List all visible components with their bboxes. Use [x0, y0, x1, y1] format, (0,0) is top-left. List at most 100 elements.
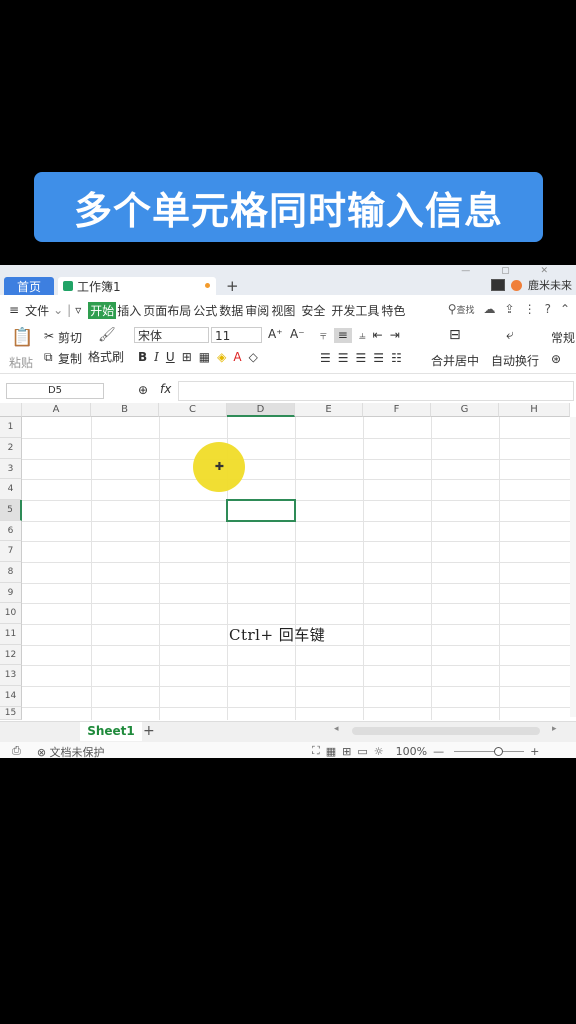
auto-wrap-button[interactable]: 自动换行: [491, 352, 539, 369]
currency-icon[interactable]: ⊛: [551, 352, 561, 366]
fx-button[interactable]: fx: [160, 382, 171, 396]
row-header[interactable]: 11: [0, 624, 22, 645]
zoom-in-button[interactable]: +: [530, 745, 539, 758]
border-icon[interactable]: ⊞: [182, 350, 192, 364]
align-right-icon[interactable]: ☰: [356, 351, 367, 365]
scroll-left-icon[interactable]: ◂: [334, 724, 339, 734]
avatar[interactable]: [511, 279, 522, 291]
zoom-level[interactable]: 100%: [396, 745, 427, 758]
column-header-selected[interactable]: D: [227, 403, 295, 417]
format-painter-icon[interactable]: 🖌: [98, 327, 116, 343]
bold-button[interactable]: B: [138, 350, 147, 364]
zoom-out-button[interactable]: —: [433, 745, 444, 758]
copy-icon[interactable]: ⧉: [44, 350, 53, 365]
select-all-corner[interactable]: [0, 403, 22, 417]
indent-decrease-icon[interactable]: ⇤: [373, 328, 383, 343]
menu-featured[interactable]: 特色: [380, 302, 406, 319]
menu-view[interactable]: 视图: [270, 302, 296, 319]
collapse-icon[interactable]: ⌃: [560, 302, 570, 316]
font-color-icon[interactable]: A: [233, 350, 241, 364]
column-header[interactable]: F: [363, 403, 431, 417]
share-icon[interactable]: ⇪: [505, 302, 515, 316]
row-header[interactable]: 8: [0, 562, 22, 583]
row-header[interactable]: 15: [0, 707, 22, 720]
menu-security[interactable]: 安全: [300, 302, 326, 319]
cell-style-icon[interactable]: ▦: [199, 350, 210, 364]
distribute-icon[interactable]: ☷: [391, 351, 402, 365]
scissors-icon[interactable]: ✂: [44, 329, 54, 343]
row-header[interactable]: 13: [0, 665, 22, 686]
row-header[interactable]: 4: [0, 479, 22, 500]
number-format-select[interactable]: 常规: [551, 329, 575, 346]
add-tab-button[interactable]: +: [226, 277, 239, 295]
hamburger-icon[interactable]: ≡: [8, 303, 20, 317]
macro-icon[interactable]: ⎙: [12, 744, 21, 758]
menu-review[interactable]: 审阅: [244, 302, 270, 319]
column-header[interactable]: H: [499, 403, 570, 417]
align-bottom-icon[interactable]: ⫨: [359, 328, 366, 343]
tab-home[interactable]: 首页: [4, 277, 54, 295]
wrap-icon[interactable]: ⤶: [506, 327, 514, 343]
column-header[interactable]: G: [431, 403, 499, 417]
align-middle-icon[interactable]: ≡: [333, 328, 352, 343]
cell-grid[interactable]: A B C D E F G H 1 2 3 4 5 6 7 8 9 10 11 …: [0, 403, 576, 720]
font-size-select[interactable]: 11: [211, 327, 262, 343]
scroll-right-icon[interactable]: ▸: [552, 724, 557, 734]
view-read-icon[interactable]: ▭: [357, 745, 367, 758]
column-header[interactable]: C: [159, 403, 227, 417]
row-header[interactable]: 9: [0, 583, 22, 603]
add-sheet-button[interactable]: +: [143, 723, 155, 739]
shrink-font-icon[interactable]: A⁻: [290, 327, 305, 341]
menu-file[interactable]: 文件: [24, 302, 50, 319]
clear-icon[interactable]: ◇: [249, 350, 258, 364]
font-name-select[interactable]: 宋体: [134, 327, 209, 343]
doc-protect-status[interactable]: ⊗ 文档未保护: [37, 744, 105, 758]
window-controls[interactable]: — ▢ ✕: [461, 266, 562, 276]
cloud-icon[interactable]: ☁: [484, 302, 496, 316]
align-left-icon[interactable]: ☰: [320, 351, 331, 365]
row-header[interactable]: 14: [0, 686, 22, 707]
view-normal-icon[interactable]: ⛶: [312, 744, 320, 758]
cut-button[interactable]: 剪切: [58, 329, 82, 346]
italic-button[interactable]: I: [154, 350, 159, 364]
tab-workbook[interactable]: 工作簿1: [58, 277, 216, 295]
fill-color-icon[interactable]: ◈: [217, 350, 226, 364]
zoom-formula-icon[interactable]: ⊕: [138, 383, 148, 397]
more-icon[interactable]: ⋮: [524, 302, 536, 316]
user-name[interactable]: 鹿米未来: [528, 277, 572, 293]
sheet-tab[interactable]: Sheet1: [80, 722, 142, 741]
row-header[interactable]: 7: [0, 541, 22, 562]
quick-access-icon[interactable]: ▿: [74, 303, 82, 317]
menu-formulas[interactable]: 公式: [192, 302, 218, 319]
menu-developer[interactable]: 开发工具: [330, 302, 380, 319]
row-header[interactable]: 2: [0, 438, 22, 459]
justify-icon[interactable]: ☰: [373, 351, 384, 365]
align-top-icon[interactable]: ⫧: [320, 328, 327, 343]
row-header[interactable]: 1: [0, 417, 22, 438]
grow-font-icon[interactable]: A⁺: [268, 327, 283, 341]
active-cell-d5[interactable]: [226, 499, 296, 522]
column-header[interactable]: E: [295, 403, 363, 417]
zoom-slider[interactable]: [454, 746, 525, 756]
menu-page-layout[interactable]: 页面布局: [142, 302, 192, 319]
align-center-icon[interactable]: ☰: [338, 351, 349, 365]
row-header-selected[interactable]: 5: [0, 500, 22, 521]
name-box[interactable]: D5: [6, 383, 104, 399]
paste-icon[interactable]: 📋: [11, 327, 33, 348]
copy-button[interactable]: 复制: [58, 350, 82, 367]
merge-center-button[interactable]: 合并居中: [431, 352, 479, 369]
column-header[interactable]: A: [22, 403, 91, 417]
horizontal-scrollbar[interactable]: [352, 727, 540, 735]
help-button[interactable]: ?: [545, 302, 551, 316]
formula-input[interactable]: [178, 381, 574, 401]
underline-button[interactable]: U: [166, 350, 175, 364]
search-button[interactable]: ⚲查找: [448, 302, 475, 316]
chevron-down-icon[interactable]: ⌄: [52, 303, 64, 317]
column-header[interactable]: B: [91, 403, 159, 417]
layout-icon[interactable]: [491, 279, 505, 291]
row-header[interactable]: 6: [0, 521, 22, 541]
menu-insert[interactable]: 插入: [116, 302, 142, 319]
row-header[interactable]: 10: [0, 603, 22, 624]
paste-button[interactable]: 粘贴: [9, 354, 33, 371]
indent-increase-icon[interactable]: ⇥: [390, 328, 400, 343]
